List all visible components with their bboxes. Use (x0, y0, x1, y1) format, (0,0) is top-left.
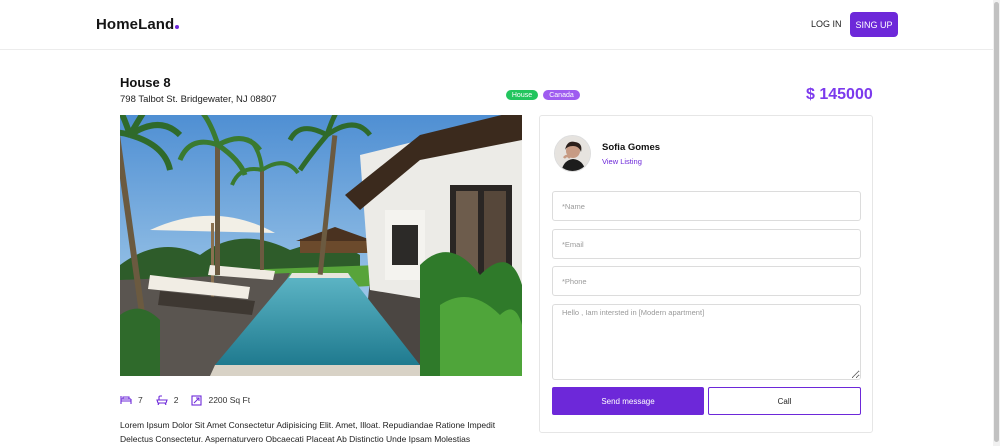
agent-avatar-icon (555, 136, 590, 171)
listing-address: 798 Talbot St. Bridgewater, NJ 08807 (120, 94, 277, 105)
listing-features: 7 2 2200 Sq Ft (120, 394, 263, 406)
bath-icon (155, 395, 168, 405)
logo-dot-icon (175, 25, 180, 29)
login-button[interactable]: LOG IN (811, 19, 842, 29)
listing-price: $ 145000 (806, 86, 873, 103)
contact-agent-card: Sofia Gomes View Listing Send message Ca… (539, 115, 873, 433)
baths-count: 2 (173, 395, 179, 405)
listing-photo (120, 115, 522, 376)
logo-text: HomeLand (96, 16, 175, 33)
signup-button[interactable]: SING UP (850, 12, 898, 37)
villa-pool-photo-icon (120, 115, 522, 376)
tag-house-badge: House (506, 90, 538, 100)
send-message-button[interactable]: Send message (552, 387, 704, 415)
scrollbar-thumb[interactable] (994, 2, 999, 442)
message-field[interactable] (552, 304, 861, 380)
tag-location-badge: Canada (543, 90, 580, 100)
name-field[interactable] (552, 191, 861, 221)
avatar (554, 135, 591, 172)
call-button[interactable]: Call (708, 387, 861, 415)
feature-area: 2200 Sq Ft (191, 394, 251, 406)
bed-icon (120, 396, 132, 404)
top-navbar: HomeLand LOG IN SING UP (0, 0, 993, 50)
agent-name: Sofia Gomes (602, 142, 661, 153)
logo[interactable]: HomeLand (96, 16, 180, 33)
email-field[interactable] (552, 229, 861, 259)
beds-count: 7 (138, 395, 143, 405)
feature-baths: 2 (155, 395, 179, 405)
listing-title: House 8 (120, 75, 171, 90)
feature-beds: 7 (120, 395, 143, 405)
area-icon (191, 394, 203, 406)
view-listing-link[interactable]: View Listing (602, 157, 642, 166)
listing-description: Lorem Ipsum Dolor Sit Amet Consectetur A… (120, 420, 496, 444)
phone-field[interactable] (552, 266, 861, 296)
page-scrollbar[interactable] (993, 0, 1000, 446)
area-value: 2200 Sq Ft (208, 395, 251, 405)
